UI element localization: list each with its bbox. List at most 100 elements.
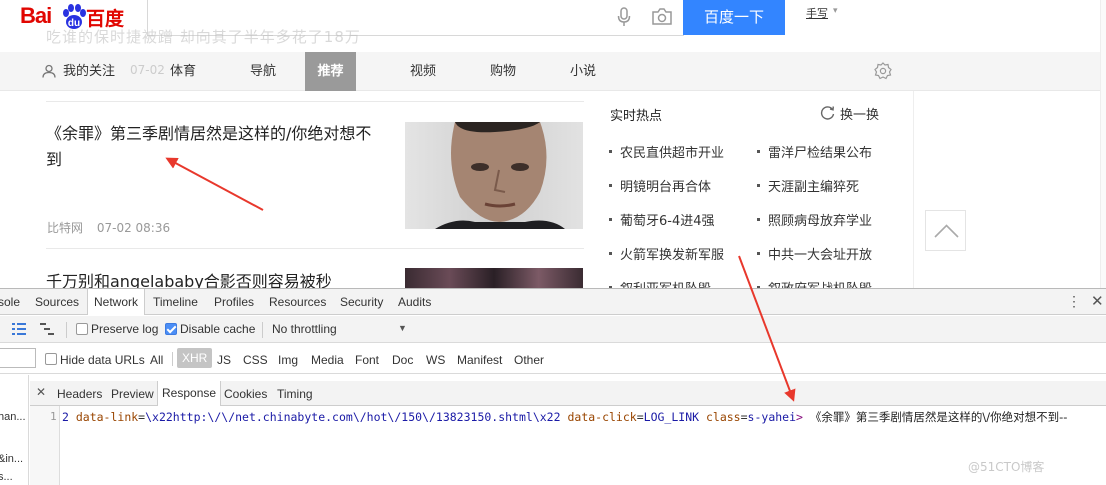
disable-cache-checkbox[interactable] <box>165 323 177 335</box>
tab-console[interactable]: sole <box>0 295 20 309</box>
refresh-icon[interactable] <box>820 105 835 120</box>
search-button[interactable]: 百度一下 <box>683 0 785 35</box>
response-viewer[interactable]: 1 2 data-link = \x22http:\/\/net.chinabyte… <box>30 406 1106 485</box>
devtools-panel: sole Sources Network Timeline Profiles R… <box>0 288 1106 485</box>
throttling-select[interactable]: No throttling <box>272 322 337 336</box>
hot-topic-item[interactable]: 火箭军换发新军服 <box>608 244 724 263</box>
filter-type-all[interactable]: All <box>150 353 163 367</box>
hot-topic-item[interactable]: 天涯副主编猝死 <box>756 176 859 195</box>
filter-type-ws[interactable]: WS <box>426 353 445 367</box>
line-number: 1 <box>50 410 57 423</box>
preserve-log-checkbox[interactable] <box>76 323 88 335</box>
refresh-button[interactable]: 换一换 <box>840 104 879 123</box>
handwrite-link[interactable]: 手写 <box>806 5 828 21</box>
article-thumbnail[interactable] <box>405 268 583 290</box>
tab-profiles[interactable]: Profiles <box>214 295 254 309</box>
dropdown-arrow-icon[interactable]: ▼ <box>398 323 407 333</box>
filter-type-css[interactable]: CSS <box>243 353 268 367</box>
microphone-icon[interactable] <box>617 7 631 27</box>
nav-item-sports[interactable]: 体育 <box>170 52 196 91</box>
hot-topic-item[interactable]: 农民直供超市开业 <box>608 142 724 161</box>
tab-preview[interactable]: Preview <box>111 387 154 401</box>
code-tag-end: > <box>796 410 803 424</box>
tab-security[interactable]: Security <box>340 295 383 309</box>
network-filter-bar: Hide data URLs All XHR JS CSS Img Media … <box>0 344 1106 374</box>
tab-response[interactable]: Response <box>157 381 222 406</box>
watermark: @51CTO博客 <box>968 460 1045 474</box>
waterfall-icon[interactable] <box>40 323 54 335</box>
nav-item-shopping[interactable]: 购物 <box>490 52 516 91</box>
nav-item-novel[interactable]: 小说 <box>570 52 596 91</box>
code-value: LOG_LINK <box>643 410 700 424</box>
tab-headers[interactable]: Headers <box>57 387 102 401</box>
filter-divider <box>172 352 173 366</box>
feed-divider <box>46 248 584 249</box>
back-to-top-button[interactable] <box>925 210 966 251</box>
article-source: 比特网 <box>47 221 84 235</box>
filter-type-doc[interactable]: Doc <box>392 353 413 367</box>
code-prefix: 2 <box>62 410 76 424</box>
code-eq: = <box>740 410 748 424</box>
camera-icon[interactable] <box>652 8 672 25</box>
request-detail-tabs: ✕ Headers Preview Response Cookies Timin… <box>30 381 1106 406</box>
more-options-icon[interactable]: ⋮ <box>1067 293 1081 310</box>
nav-item-navigation[interactable]: 导航 <box>250 52 276 91</box>
code-attr: data-link <box>75 410 139 424</box>
nav-my-follow[interactable]: 我的关注 <box>63 52 115 91</box>
hot-topic-item[interactable]: 明镜明台再合体 <box>608 176 711 195</box>
tab-sources[interactable]: Sources <box>35 295 79 309</box>
request-row[interactable]: &in... <box>0 453 23 465</box>
request-row[interactable]: han... <box>0 411 26 423</box>
request-list: han... &in... s... <box>0 375 29 485</box>
filter-type-font[interactable]: Font <box>355 353 379 367</box>
column-divider <box>913 91 914 291</box>
user-icon <box>42 64 56 78</box>
feed-divider <box>46 101 584 102</box>
chevron-down-icon[interactable]: ▾ <box>833 6 838 16</box>
channel-nav: 我的关注 07-02 体育 导航 推荐 视频 购物 小说 <box>0 52 1100 91</box>
tab-timing[interactable]: Timing <box>277 387 313 401</box>
nav-item-video[interactable]: 视频 <box>410 52 436 91</box>
hot-topics-panel: 实时热点 换一换 农民直供超市开业 明镜明台再合体 葡萄牙6-4进4强 火箭军换… <box>600 92 890 297</box>
article-thumbnail[interactable] <box>405 122 583 229</box>
close-icon[interactable]: ✕ <box>36 385 46 399</box>
page-scrollbar[interactable] <box>1100 0 1106 290</box>
toolbar-divider <box>262 322 263 338</box>
filter-type-other[interactable]: Other <box>514 353 544 367</box>
gear-icon[interactable] <box>874 62 892 80</box>
response-code-line: 2 data-link = \x22http:\/\/net.chinabyte.c… <box>62 409 1067 425</box>
tab-timeline[interactable]: Timeline <box>153 295 198 309</box>
hot-topic-item[interactable]: 中共一大会址开放 <box>756 244 872 263</box>
code-eq: = <box>636 410 644 424</box>
chevron-up-icon <box>934 224 959 238</box>
hot-topic-item[interactable]: 照顾病母放弃学业 <box>756 210 872 229</box>
request-row[interactable]: s... <box>0 471 13 483</box>
network-toolbar: Preserve log Disable cache No throttling… <box>0 316 1106 343</box>
article-title[interactable]: 《余罪》第三季剧情居然是这样的/你绝对想不到 <box>46 121 386 173</box>
nav-item-recommend[interactable]: 推荐 <box>305 52 356 91</box>
code-attr: class <box>705 410 741 424</box>
filter-type-manifest[interactable]: Manifest <box>457 353 502 367</box>
code-attr: data-click <box>567 410 637 424</box>
filter-type-xhr[interactable]: XHR <box>177 348 213 368</box>
hot-topic-item[interactable]: 葡萄牙6-4进4强 <box>609 210 715 229</box>
tab-resources[interactable]: Resources <box>269 295 326 309</box>
article-time: 07-02 08:36 <box>96 221 171 235</box>
hide-data-urls-checkbox[interactable] <box>45 353 57 365</box>
filter-input[interactable] <box>0 348 36 368</box>
filter-type-js[interactable]: JS <box>217 353 231 367</box>
tab-audits[interactable]: Audits <box>398 295 431 309</box>
list-view-icon[interactable] <box>12 323 26 335</box>
code-text: 《余罪》第三季剧情居然是这样的\/你绝对想不到-- <box>809 410 1068 424</box>
filter-type-img[interactable]: Img <box>278 353 298 367</box>
toolbar-divider <box>66 322 67 338</box>
filter-type-media[interactable]: Media <box>311 353 344 367</box>
tab-network[interactable]: Network <box>87 289 146 315</box>
tab-cookies[interactable]: Cookies <box>224 387 267 401</box>
close-icon[interactable]: ✕ <box>1091 292 1104 310</box>
code-value: s-yahei <box>747 410 797 424</box>
hot-topic-item[interactable]: 雷洋尸检结果公布 <box>756 142 872 161</box>
disable-cache-label: Disable cache <box>180 322 256 336</box>
preserve-log-label: Preserve log <box>91 322 159 336</box>
portrait-image <box>405 122 583 229</box>
